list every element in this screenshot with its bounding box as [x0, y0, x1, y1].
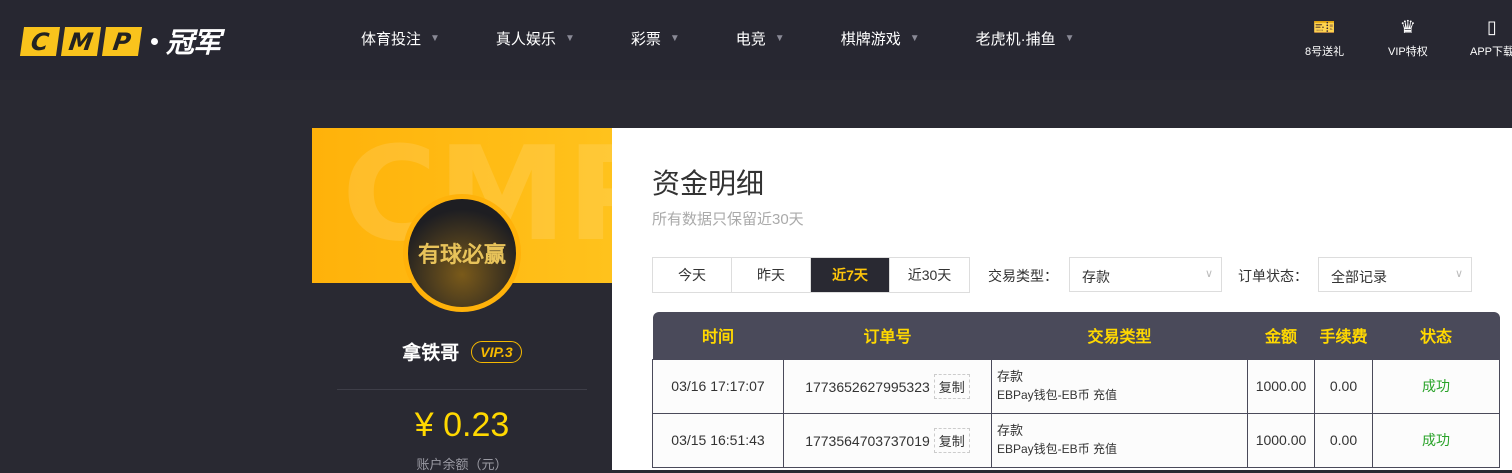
order-number: 1773652627995323: [805, 378, 930, 395]
username: 拿铁哥: [402, 343, 460, 364]
nav-label: 老虎机·捕鱼: [975, 31, 1056, 48]
type-label: 交易类型：: [988, 268, 1058, 284]
type-select[interactable]: 存款 ∨: [1069, 257, 1222, 292]
cell-time: 03/15 16:51:43: [652, 412, 784, 468]
copy-button[interactable]: 复制: [933, 373, 970, 399]
nav-label: 真人娱乐: [495, 31, 556, 48]
logo-letter: M: [60, 26, 102, 56]
chevron-down-icon: ▼: [1064, 33, 1075, 44]
logo-letter: C: [19, 26, 61, 56]
divider: [337, 389, 587, 390]
balance-label: 账户余额（元）: [416, 457, 508, 472]
user-name-row: 拿铁哥 VIP.3: [312, 338, 612, 365]
select-value: 存款: [1082, 269, 1110, 285]
table-row: 03/16 17:17:07 1773652627995323 复制 存款 EBPa…: [652, 358, 1500, 414]
nav-cards[interactable]: 棋牌游戏 ▼: [841, 28, 920, 49]
date-range-tabs: 今天 昨天 近7天 近30天: [652, 257, 970, 293]
cell-amount: 1000.00: [1247, 358, 1315, 414]
col-type: 交易类型: [1087, 329, 1152, 347]
cell-amount: 1000.00: [1247, 412, 1315, 468]
link-label: APP下载: [1470, 46, 1512, 58]
chevron-down-icon: ▼: [430, 33, 440, 44]
status-select[interactable]: 全部记录 ∨: [1318, 257, 1472, 292]
col-amount: 金额: [1264, 329, 1297, 347]
tab-yesterday[interactable]: 昨天: [732, 258, 811, 292]
nav-label: 彩票: [630, 31, 661, 48]
balance: ¥ 0.23: [414, 406, 510, 444]
nav-label: 电竞: [735, 31, 766, 48]
chevron-down-icon: ▼: [909, 33, 920, 44]
profile-panel: CMP 有球必赢 拿铁哥VIP.3 ¥ 0.23 账户余额（元）: [312, 128, 612, 472]
cell-type: 存款 EBPay钱包-EB币 充值: [991, 358, 1248, 414]
col-time: 时间: [701, 329, 734, 347]
transactions-table: 时间 订单号 交易类型 金额 手续费 状态 03/16 17:17:07 177…: [652, 312, 1500, 468]
app-link[interactable]: ▯ APP下载: [1470, 16, 1512, 59]
tab-30days[interactable]: 近30天: [890, 258, 969, 292]
logo-cn: 冠军: [166, 26, 221, 59]
copy-button[interactable]: 复制: [933, 427, 970, 453]
nav-lottery[interactable]: 彩票 ▼: [631, 28, 680, 49]
nav-label: 棋牌游戏: [840, 31, 901, 48]
page-subtitle: 所有数据只保留近30天: [652, 211, 804, 228]
cell-status: 成功: [1372, 358, 1500, 414]
cell-order: 1773652627995323 复制: [783, 358, 992, 414]
link-label: VIP特权: [1388, 46, 1428, 58]
order-number: 1773564703737019: [805, 432, 930, 449]
logo-letter: P: [101, 26, 143, 56]
chevron-down-icon: ∨: [1204, 268, 1213, 280]
ticket-yen-icon: 🎫: [1313, 17, 1336, 37]
type-text: 存款: [997, 423, 1024, 438]
chevron-down-icon: ∨: [1454, 268, 1463, 280]
col-fee: 手续费: [1319, 329, 1368, 347]
gift-link[interactable]: 🎫 8号送礼: [1305, 16, 1344, 59]
fund-details-panel: 资金明细 所有数据只保留近30天 今天 昨天 近7天 近30天 交易类型： 存款…: [612, 128, 1512, 470]
cell-time: 03/16 17:17:07: [652, 358, 784, 414]
cell-fee: 0.00: [1314, 358, 1373, 414]
avatar-image: 有球必赢: [408, 199, 516, 307]
type-detail: EBPay钱包-EB币 充值: [997, 388, 1118, 402]
col-status: 状态: [1419, 329, 1452, 347]
col-order: 订单号: [863, 329, 912, 347]
logo-dot: [151, 37, 158, 45]
nav-sports[interactable]: 体育投注 ▼: [361, 28, 440, 49]
tab-today[interactable]: 今天: [653, 258, 732, 292]
table-row: 03/15 16:51:43 1773564703737019 复制 存款 EBPa…: [652, 412, 1500, 468]
cell-order: 1773564703737019 复制: [783, 412, 992, 468]
nav-esports[interactable]: 电竞 ▼: [736, 28, 785, 49]
status-label: 订单状态：: [1238, 268, 1308, 284]
tab-7days[interactable]: 近7天: [811, 258, 890, 292]
chevron-down-icon: ▼: [564, 33, 575, 44]
link-label: 8号送礼: [1305, 46, 1345, 58]
nav-slots[interactable]: 老虎机·捕鱼 ▼: [976, 28, 1075, 49]
avatar[interactable]: 有球必赢: [403, 194, 521, 312]
main-nav: 体育投注 ▼ 真人娱乐 ▼ 彩票 ▼ 电竞 ▼ 棋牌游戏 ▼ 老虎机·捕鱼 ▼: [361, 28, 1131, 49]
nav-label: 体育投注: [361, 31, 422, 48]
cell-status: 成功: [1372, 412, 1500, 468]
type-text: 存款: [997, 369, 1024, 384]
cell-fee: 0.00: [1314, 412, 1373, 468]
top-header: C M P 冠军 体育投注 ▼ 真人娱乐 ▼ 彩票 ▼ 电竞 ▼ 棋牌游戏 ▼ 老虎机·捕…: [0, 0, 1512, 80]
chevron-down-icon: ▼: [669, 33, 680, 44]
phone-icon: ▯: [1487, 17, 1497, 37]
nav-live[interactable]: 真人娱乐 ▼: [496, 28, 575, 49]
crown-icon: ♛: [1399, 17, 1416, 37]
vip-badge: VIP.3: [471, 340, 522, 363]
type-detail: EBPay钱包-EB币 充值: [997, 442, 1118, 456]
page-title: 资金明细: [652, 168, 765, 199]
logo[interactable]: C M P 冠军: [19, 21, 221, 61]
cell-type: 存款 EBPay钱包-EB币 充值: [991, 412, 1248, 468]
chevron-down-icon: ▼: [774, 33, 785, 44]
vip-link[interactable]: ♛ VIP特权: [1388, 16, 1428, 59]
select-value: 全部记录: [1331, 269, 1387, 285]
